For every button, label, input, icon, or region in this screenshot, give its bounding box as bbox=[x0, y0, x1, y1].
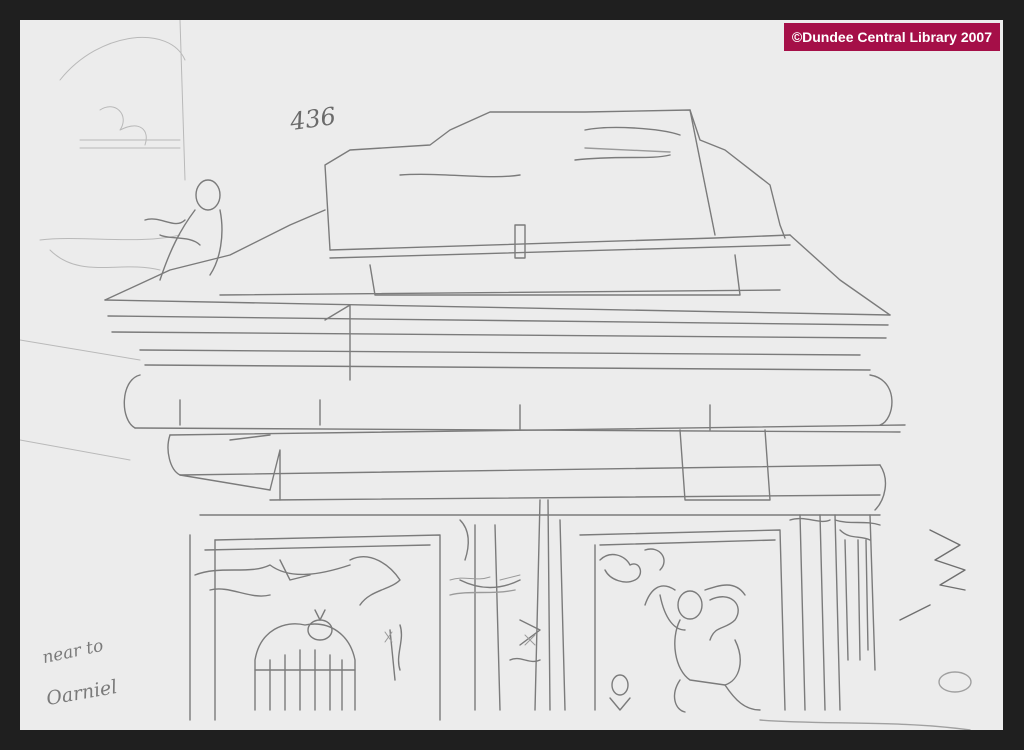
faint-background-sketch bbox=[20, 20, 186, 461]
middle-column bbox=[449, 499, 551, 711]
frieze bbox=[167, 424, 906, 516]
right-pilasters bbox=[789, 514, 881, 711]
margin-squiggles bbox=[759, 529, 972, 730]
cornice bbox=[104, 209, 901, 433]
left-panel-birdcage bbox=[189, 534, 441, 721]
right-panel-angel bbox=[559, 519, 786, 713]
sketch-paper: 436 near to Oarniel bbox=[20, 20, 1003, 730]
seated-figure-left bbox=[144, 179, 223, 281]
inscription-marks bbox=[384, 574, 536, 646]
top-slab bbox=[324, 109, 791, 259]
copyright-watermark: ©Dundee Central Library 2007 bbox=[783, 23, 1000, 51]
tomb-sketch-drawing bbox=[20, 20, 972, 730]
